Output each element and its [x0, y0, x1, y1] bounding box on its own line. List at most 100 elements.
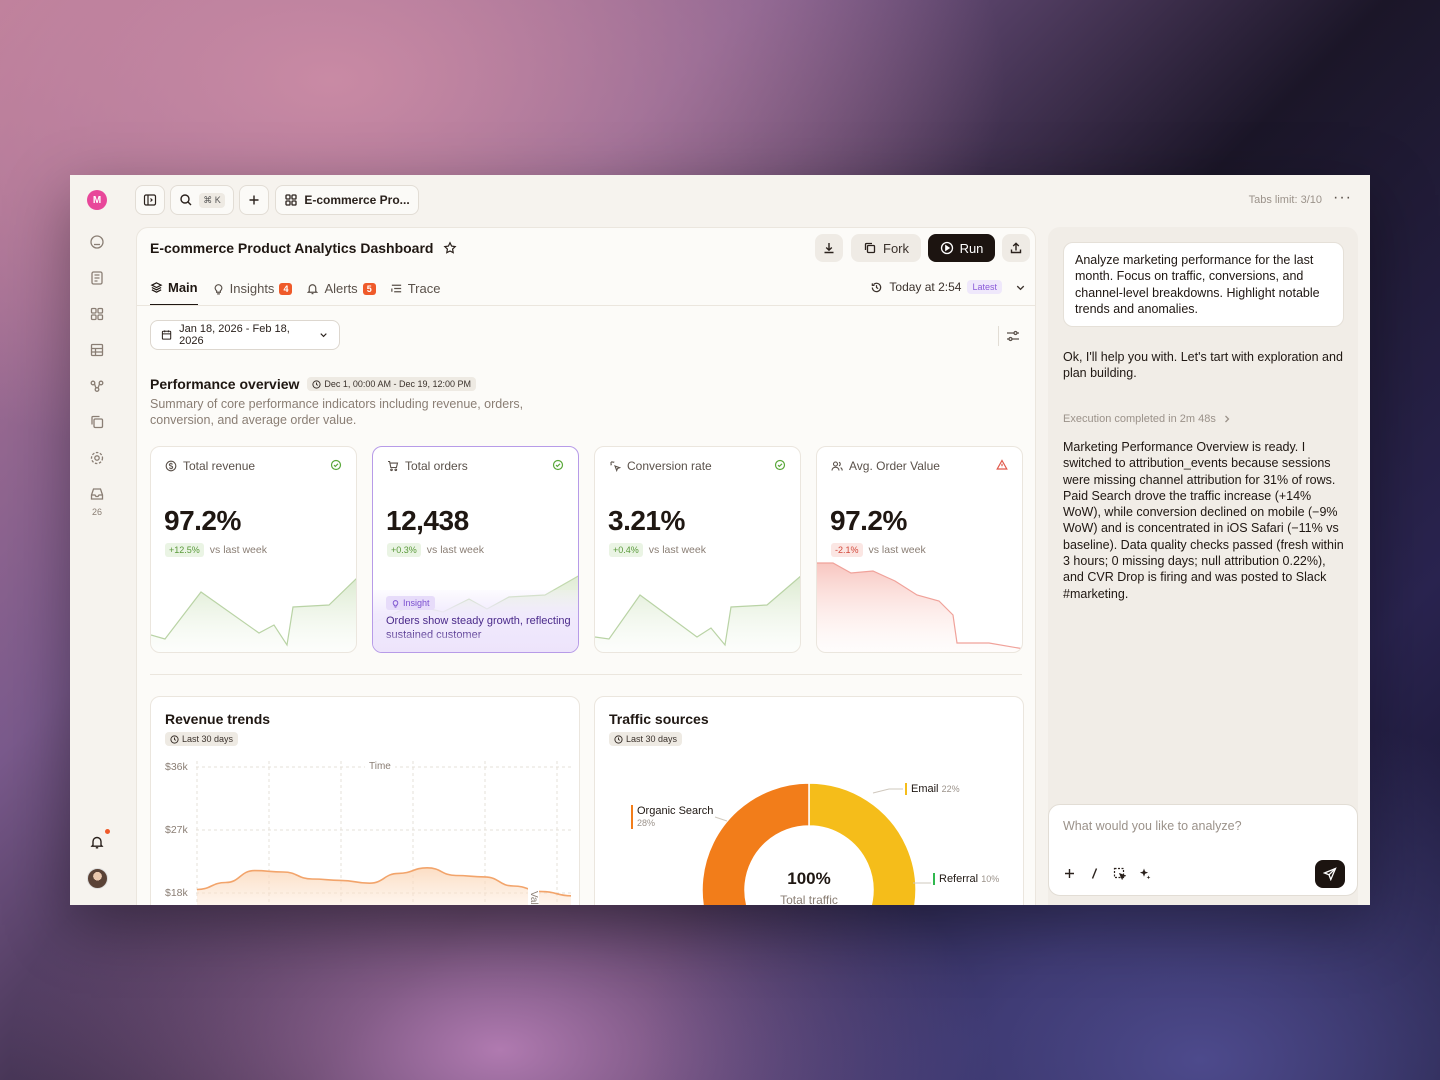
fork-button[interactable]: Fork: [851, 234, 921, 262]
composer-input[interactable]: What would you like to analyze?: [1063, 819, 1242, 833]
list-icon: [390, 284, 401, 293]
chat-icon[interactable]: [89, 234, 105, 250]
left-rail: M 26: [70, 175, 126, 905]
share-button[interactable]: [1002, 234, 1030, 262]
overview-header: Performance overview Dec 1, 00:00 AM - D…: [150, 376, 476, 392]
plus-icon: [249, 195, 259, 205]
users-icon: [831, 461, 843, 471]
tab-insights[interactable]: Insights 4: [212, 280, 293, 306]
kpi-value: 97.2%: [164, 505, 241, 536]
kpi-label-row: Total revenue: [165, 459, 255, 473]
insight-tag: Insight: [386, 596, 435, 610]
clock-icon: [312, 379, 322, 389]
more-icon[interactable]: ···: [1333, 189, 1352, 207]
kpi-label: Avg. Order Value: [849, 459, 940, 473]
user-prompt-bubble: Analyze marketing performance for the la…: [1063, 242, 1344, 328]
kpi-delta: +0.3%: [387, 543, 421, 557]
overview-range-text: Dec 1, 00:00 AM - Dec 19, 12:00 PM: [324, 379, 471, 389]
kpi-change-row: +12.5% vs last week: [165, 543, 267, 557]
copy-icon[interactable]: [89, 414, 105, 430]
table-icon[interactable]: [89, 342, 105, 358]
sparkles-icon[interactable]: [1138, 867, 1151, 880]
tab-dashboard[interactable]: E-commerce Pro...: [275, 185, 419, 215]
tabs-limit: Tabs limit: 3/10: [1248, 194, 1322, 206]
section-divider: [150, 674, 1022, 675]
legend-referral: Referral 10%: [933, 873, 999, 885]
legend-referral-name: Referral: [939, 873, 979, 885]
donut-center-value: 100%: [787, 869, 831, 888]
download-icon: [824, 243, 834, 254]
check-circle-icon: [774, 459, 786, 471]
sidebar-toggle-button[interactable]: [135, 185, 165, 215]
kpi-compare: vs last week: [868, 544, 926, 556]
tab-alerts[interactable]: Alerts 5: [306, 280, 376, 306]
kpi-delta: -2.1%: [831, 543, 863, 557]
tab-trace[interactable]: Trace: [390, 280, 440, 306]
kpi-sparkline: [595, 575, 800, 652]
assistant-panel: Analyze marketing performance for the la…: [1048, 227, 1358, 905]
tab-main-label: Main: [168, 280, 198, 295]
star-icon[interactable]: [443, 241, 457, 255]
select-area-icon[interactable]: [1113, 867, 1126, 880]
kpi-value: 12,438: [386, 505, 469, 536]
user-avatar[interactable]: [87, 868, 108, 889]
donut-center-label: Total traffic: [780, 893, 838, 905]
download-button[interactable]: [815, 234, 843, 262]
kpi-change-row: +0.4% vs last week: [609, 543, 706, 557]
upload-icon: [1010, 242, 1022, 254]
kpi-sparkline: [817, 562, 1022, 652]
chevron-down-icon: [1016, 285, 1025, 290]
notebook-icon[interactable]: [89, 270, 105, 286]
slash-command-icon[interactable]: [1088, 867, 1101, 880]
bell-icon[interactable]: [89, 834, 105, 850]
new-tab-button[interactable]: [239, 185, 269, 215]
kpi-delta: +12.5%: [165, 543, 204, 557]
tab-alerts-label: Alerts: [324, 281, 358, 296]
legend-organic-search: Organic Search 28%: [631, 805, 713, 829]
toolbar-separator: [998, 326, 999, 346]
run-button[interactable]: Run: [928, 234, 995, 262]
kpi-delta: +0.4%: [609, 543, 643, 557]
dashboards-icon[interactable]: [89, 306, 105, 322]
kpi-card-total-revenue[interactable]: Total revenue 97.2% +12.5% vs last week: [150, 446, 357, 653]
cart-icon: [388, 460, 399, 472]
insight-text: Orders show steady growth, reflecting su…: [386, 615, 571, 641]
workflow-icon[interactable]: [89, 378, 105, 394]
dashboard-icon: [285, 194, 297, 206]
insights-count-badge: 4: [279, 282, 293, 295]
search-icon: [180, 194, 192, 206]
chat-composer[interactable]: What would you like to analyze?: [1048, 804, 1358, 896]
insight-callout[interactable]: Insight Orders show steady growth, refle…: [373, 590, 578, 652]
kpi-card-total-orders[interactable]: Total orders 12,438 +0.3% vs last week In…: [372, 446, 579, 653]
date-range-text: Jan 18, 2026 - Feb 18, 2026: [179, 323, 290, 347]
legend-organic-pct: 28%: [637, 818, 656, 828]
dashboard-title: E-commerce Product Analytics Dashboard: [150, 240, 434, 256]
filter-settings-icon[interactable]: [1005, 328, 1021, 344]
kpi-card-conversion-rate[interactable]: Conversion rate 3.21% +0.4% vs last week: [594, 446, 801, 653]
run-label: Run: [959, 240, 984, 256]
kpi-card-avg-order-value[interactable]: Avg. Order Value 97.2% -2.1% vs last week: [816, 446, 1023, 653]
overview-range-chip: Dec 1, 00:00 AM - Dec 19, 12:00 PM: [307, 377, 476, 391]
kpi-label-row: Total orders: [387, 459, 468, 473]
workspace-avatar[interactable]: M: [87, 190, 107, 210]
search-button[interactable]: ⌘ K: [170, 185, 234, 215]
inbox-icon[interactable]: [89, 486, 105, 502]
x-axis-label: Time: [365, 761, 395, 772]
date-range-picker[interactable]: Jan 18, 2026 - Feb 18, 2026: [150, 320, 340, 350]
legend-email: Email 22%: [905, 783, 960, 795]
execution-text: Execution completed in 2m 48s: [1063, 413, 1216, 425]
kpi-label-row: Avg. Order Value: [831, 459, 940, 473]
execution-summary-toggle[interactable]: Execution completed in 2m 48s: [1063, 413, 1232, 425]
send-button[interactable]: [1315, 860, 1345, 888]
kpi-compare: vs last week: [209, 544, 267, 556]
sidebar-toggle-icon: [143, 194, 157, 206]
warning-icon: [996, 459, 1008, 470]
plus-icon[interactable]: [1063, 867, 1076, 880]
run-version-selector[interactable]: Today at 2:54 Latest: [870, 280, 1027, 294]
tab-label: E-commerce Pro...: [304, 193, 410, 207]
tab-main[interactable]: Main: [150, 280, 198, 306]
alerts-count-badge: 5: [362, 282, 376, 295]
tabs-divider: [137, 305, 1035, 306]
settings-icon[interactable]: [89, 450, 105, 466]
fork-icon: [864, 242, 876, 254]
